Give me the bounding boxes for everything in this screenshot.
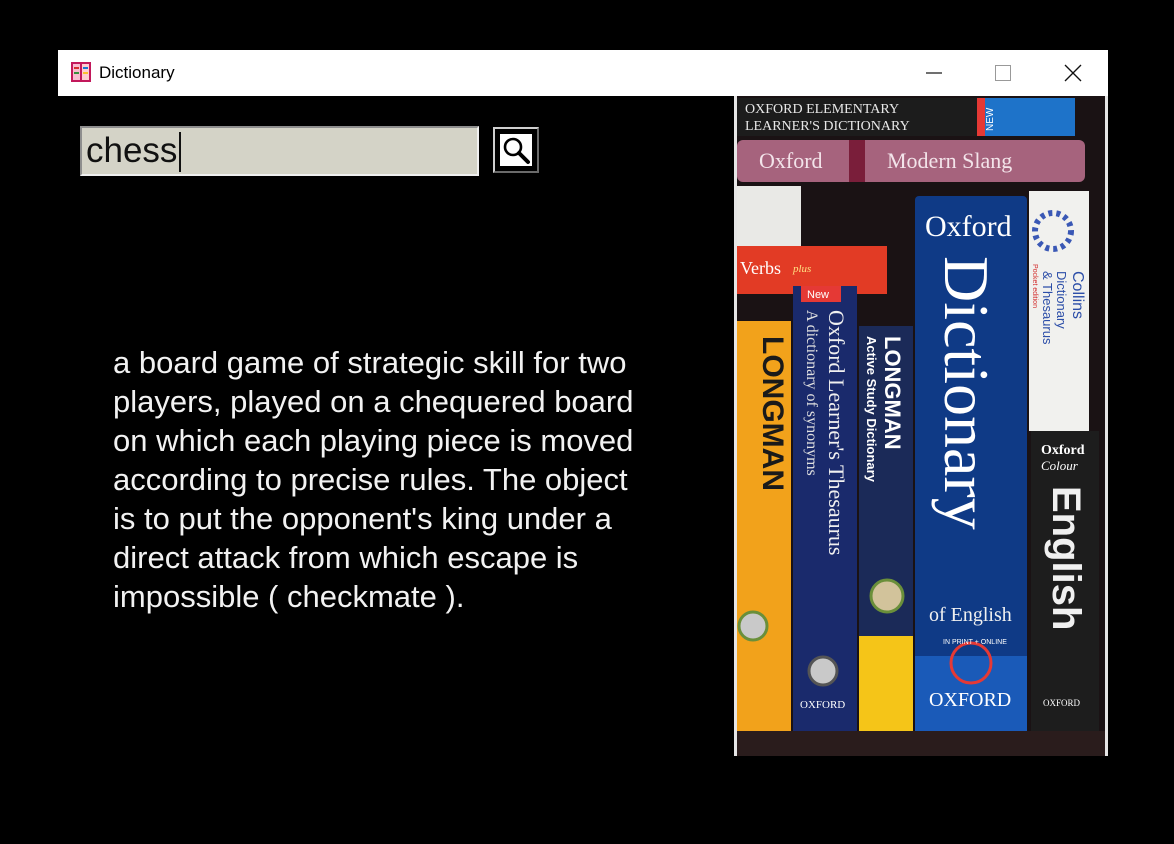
dictionary-app-icon <box>71 62 91 82</box>
close-button[interactable] <box>1038 50 1107 96</box>
spine-thesaurus-sub: A dictionary of synonyms <box>803 310 820 476</box>
maximize-icon <box>994 65 1011 81</box>
spine-collins-line2: Dictionary <box>1054 271 1069 329</box>
book-longman-orange: LONGMAN <box>737 321 791 731</box>
spine-ode-seal: IN PRINT + ONLINE <box>943 639 1007 646</box>
client-area: a board game of strategic skill for two … <box>58 96 1108 756</box>
books-image: OXFORD ELEMENTARY LEARNER'S DICTIONARY N… <box>734 96 1108 756</box>
spine-longman-active-line1: LONGMAN <box>880 336 905 450</box>
book-oxford-dictionary-of-english: Oxford Dictionary of English IN PRINT + … <box>915 196 1027 731</box>
spine-colour-line3: English <box>1044 486 1088 630</box>
spine-ode-line2: Dictionary <box>931 256 1002 530</box>
book-oxford-colour-english: Oxford Colour English OXFORD <box>1031 431 1099 731</box>
definition-text: a board game of strategic skill for two … <box>113 345 634 614</box>
minimize-button[interactable] <box>899 50 968 96</box>
spine-modern-slang-line2: Modern Slang <box>887 148 1012 173</box>
book-modern-slang: Oxford Modern Slang <box>737 140 1085 182</box>
spine-modern-slang-line1: Oxford <box>759 148 823 173</box>
book-longman-active: LONGMAN Active Study Dictionary <box>859 326 913 731</box>
spine-thesaurus-publisher: OXFORD <box>800 699 845 711</box>
spine-collins-line1: Collins <box>1069 271 1086 319</box>
search-icon <box>500 134 532 166</box>
text-caret <box>179 132 181 172</box>
spine-new-badge: NEW <box>985 107 996 131</box>
spine-collins-badge: Pocket edition <box>1031 264 1038 308</box>
bookshelf-illustration: OXFORD ELEMENTARY LEARNER'S DICTIONARY N… <box>737 96 1105 756</box>
spine-new-label: New <box>807 289 829 301</box>
spine-longman: LONGMAN <box>756 336 789 491</box>
spine-colour-publisher: OXFORD <box>1043 698 1081 708</box>
app-window: Dictionary a board game of strategic ski… <box>58 50 1108 756</box>
minimize-icon <box>925 72 942 74</box>
spine-ode-line1: Oxford <box>925 210 1012 243</box>
spine-ode-publisher: OXFORD <box>929 689 1011 711</box>
spine-ode-line3: of English <box>929 604 1012 626</box>
spine-colour-line2: Colour <box>1041 458 1079 473</box>
book-collins: Collins Dictionary & Thesaurus Pocket ed… <box>1029 191 1089 431</box>
title-bar[interactable]: Dictionary <box>58 50 1108 96</box>
spine-verbs: Verbs <box>740 258 781 278</box>
spine-thesaurus-title: Oxford Learner's Thesaurus <box>824 310 849 555</box>
spine-longman-active-line2: Active Study Dictionary <box>864 336 879 483</box>
search-input[interactable] <box>80 126 479 176</box>
spine-verbs-plus: plus <box>792 263 811 275</box>
spine-oxford-elementary-line1: OXFORD ELEMENTARY <box>745 102 899 117</box>
window-title: Dictionary <box>99 63 175 82</box>
spine-collins-line3: & Thesaurus <box>1040 271 1055 345</box>
book-oxford-thesaurus: New Oxford Learner's Thesaurus A diction… <box>793 286 857 731</box>
spine-oxford-elementary-line2: LEARNER'S DICTIONARY <box>745 119 910 134</box>
maximize-button[interactable] <box>968 50 1037 96</box>
book-oxford-elementary: OXFORD ELEMENTARY LEARNER'S DICTIONARY N… <box>737 98 1075 136</box>
search-button[interactable] <box>493 127 539 173</box>
spine-colour-line1: Oxford <box>1041 443 1085 458</box>
close-icon <box>1064 64 1081 82</box>
